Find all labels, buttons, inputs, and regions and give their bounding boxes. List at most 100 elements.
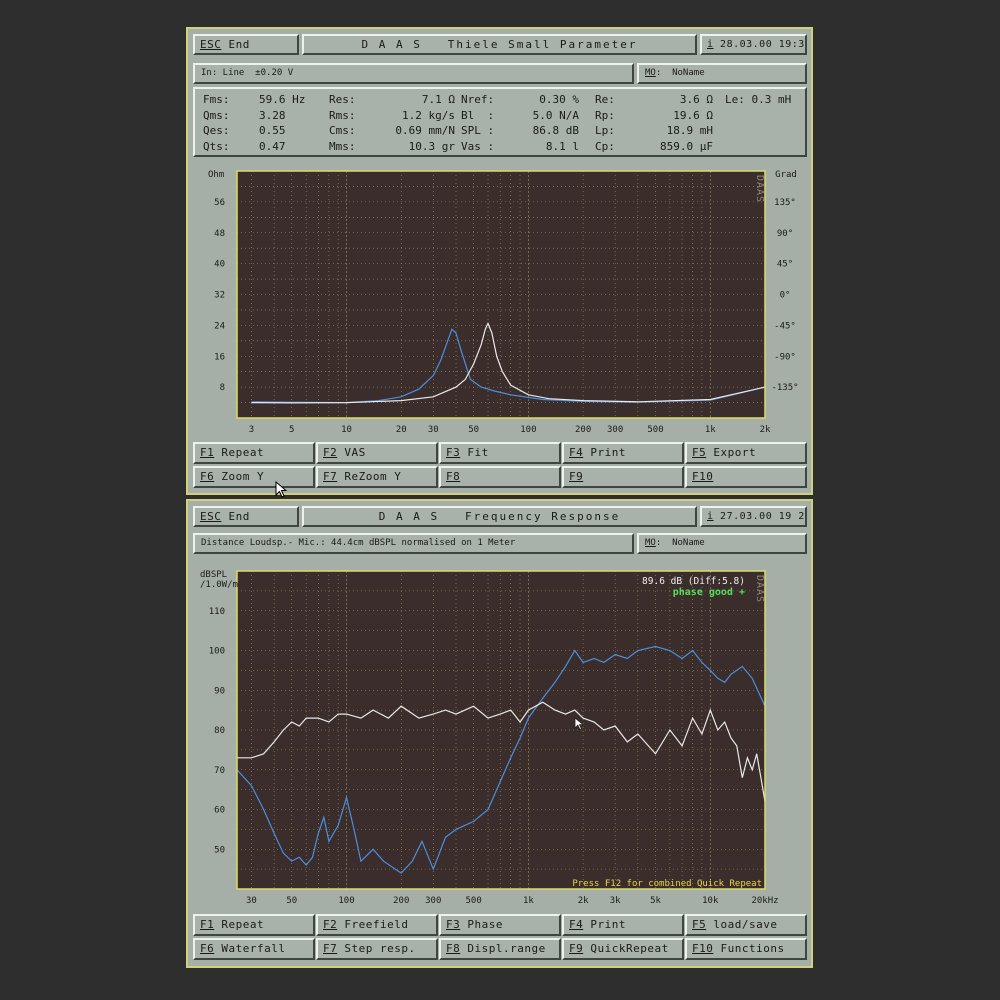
- param-cell: 8.1 l: [545, 139, 579, 153]
- param-cell: 3.28: [259, 108, 286, 122]
- desktop: { "win1": { "esc_key": "ESC", "esc_label…: [0, 0, 1000, 1000]
- y-tick-label: 24: [214, 321, 225, 331]
- f9-key-button[interactable]: F9 QuickRepeat: [562, 938, 684, 960]
- f10-key-button[interactable]: F10: [685, 466, 807, 488]
- param-cell: Qts:: [203, 139, 230, 153]
- input-line-field: In: Line ±0.20 V: [193, 63, 634, 84]
- x-tick-label: 300: [425, 896, 441, 906]
- y-tick-label: 8: [220, 383, 225, 393]
- f4-key-button[interactable]: F4 Print: [562, 442, 684, 464]
- y-right-tick-label: 135°: [774, 198, 796, 208]
- info-date-button[interactable]: i 27.03.00 19 22: [700, 506, 807, 527]
- f6-key-button[interactable]: F6 Zoom Y: [193, 466, 315, 488]
- model-name-field: MO: NoName: [637, 63, 807, 84]
- y-right-tick-label: -45°: [774, 321, 796, 331]
- quick-repeat-hint: Press F12 for combined Quick Repeat: [572, 879, 762, 889]
- f10-key-button[interactable]: F10 Functions: [685, 938, 807, 960]
- param-cell: Qms:: [203, 108, 230, 122]
- x-tick-label: 10: [341, 425, 352, 435]
- x-tick-label: 20: [396, 425, 407, 435]
- f9-key-button[interactable]: F9: [562, 466, 684, 488]
- param-cell: 86.8 dB: [532, 124, 579, 137]
- x-tick-label: 2k: [578, 896, 589, 906]
- x-tick-label: 1k: [705, 425, 716, 435]
- level-readout: 89.6 dB (Diff:5.8): [642, 576, 745, 587]
- f7-key-button[interactable]: F7 ReZoom Y: [316, 466, 438, 488]
- f2-key-button[interactable]: F2 VAS: [316, 442, 438, 464]
- y-right-unit-label: Grad: [775, 170, 797, 180]
- f6-key-button[interactable]: F6 Waterfall: [193, 938, 315, 960]
- y-tick-label: 40: [214, 260, 225, 270]
- y-tick-label: 60: [214, 806, 225, 816]
- param-cell: Rp:: [595, 108, 615, 122]
- f5-key-button[interactable]: F5 Export: [685, 442, 807, 464]
- param-cell: 0.69 mm/N: [395, 124, 455, 137]
- param-cell: Fms:: [203, 93, 230, 106]
- param-cell: Lp:: [595, 124, 615, 137]
- x-tick-label: 1k: [523, 896, 534, 906]
- window-title: D A A S Thiele Small Parameter: [302, 34, 697, 55]
- f8-key-button[interactable]: F8: [439, 466, 561, 488]
- x-tick-label: 200: [575, 425, 591, 435]
- f2-key-button[interactable]: F2 Freefield: [316, 914, 438, 936]
- window-title: D A A S Frequency Response: [302, 506, 697, 527]
- x-tick-label: 50: [468, 425, 479, 435]
- param-cell: 3.6 Ω: [679, 93, 713, 106]
- param-cell: 59.6 Hz: [259, 93, 306, 106]
- f1-key-button[interactable]: F1 Repeat: [193, 914, 315, 936]
- param-cell: Re:: [595, 93, 615, 106]
- param-cell: SPL :: [461, 124, 495, 137]
- f5-key-button[interactable]: F5 load/save: [685, 914, 807, 936]
- x-tick-label: 500: [465, 896, 481, 906]
- y-unit-label: dBSPL: [200, 570, 227, 580]
- f3-key-button[interactable]: F3 Phase: [439, 914, 561, 936]
- frequency-response-window: ESC End D A A S Frequency Response i 27.…: [186, 499, 813, 968]
- y-right-tick-label: 0°: [780, 291, 791, 301]
- esc-end-button[interactable]: ESC End: [193, 506, 299, 527]
- y-right-tick-label: -90°: [774, 352, 796, 362]
- f1-key-button[interactable]: F1 Repeat: [193, 442, 315, 464]
- y-tick-label: 70: [214, 766, 225, 776]
- y-right-tick-label: 90°: [777, 229, 793, 239]
- f8-key-button[interactable]: F8 Displ.range: [439, 938, 561, 960]
- y-tick-label: 50: [214, 845, 225, 855]
- phase-status: phase good +: [673, 587, 745, 598]
- daas-watermark: DAAS: [754, 575, 765, 603]
- mouse-pointer-icon: [574, 717, 584, 731]
- x-tick-label: 100: [338, 896, 354, 906]
- y-right-tick-label: 45°: [777, 260, 793, 270]
- info-date-button[interactable]: i 28.03.00 19:36: [700, 34, 807, 55]
- param-cell: Cms:: [329, 124, 356, 137]
- thiele-small-parameter-window: ESC End D A A S Thiele Small Parameter i…: [186, 27, 813, 498]
- esc-end-button[interactable]: ESC End: [193, 34, 299, 55]
- x-tick-label: 3k: [610, 896, 621, 906]
- param-cell: 0.55: [259, 124, 286, 137]
- measurement-info-field: Distance Loudsp.- Mic.: 44.4cm dBSPL nor…: [193, 533, 634, 554]
- param-cell: 19.6 Ω: [673, 108, 713, 122]
- x-tick-label: 30: [428, 425, 439, 435]
- x-tick-label: 20kHz: [751, 896, 778, 906]
- param-cell: 7.1 Ω: [421, 93, 455, 106]
- param-cell: Qes:: [203, 124, 230, 137]
- param-cell: 1.2 kg/s: [402, 108, 455, 122]
- param-cell: Bl :: [461, 108, 495, 122]
- x-tick-label: 3: [249, 425, 254, 435]
- param-cell: Cp:: [595, 139, 615, 153]
- daas-watermark: DAAS: [754, 175, 765, 203]
- f4-key-button[interactable]: F4 Print: [562, 914, 684, 936]
- f7-key-button[interactable]: F7 Step resp.: [316, 938, 438, 960]
- param-cell: 859.0 µF: [660, 139, 713, 153]
- x-tick-label: 200: [393, 896, 409, 906]
- param-cell: 0.47: [259, 139, 286, 153]
- y-tick-label: 100: [209, 647, 225, 657]
- y-tick-label: 56: [214, 198, 225, 208]
- param-cell: Vas :: [461, 139, 495, 153]
- param-cell: 5.0 N/A: [532, 108, 579, 122]
- param-cell: Mms:: [329, 139, 356, 153]
- x-tick-label: 300: [607, 425, 623, 435]
- model-name-field: MO: NoName: [637, 533, 807, 554]
- x-tick-label: 2k: [760, 425, 771, 435]
- x-tick-label: 5k: [650, 896, 661, 906]
- f3-key-button[interactable]: F3 Fit: [439, 442, 561, 464]
- mouse-cursor-icon: [275, 481, 287, 498]
